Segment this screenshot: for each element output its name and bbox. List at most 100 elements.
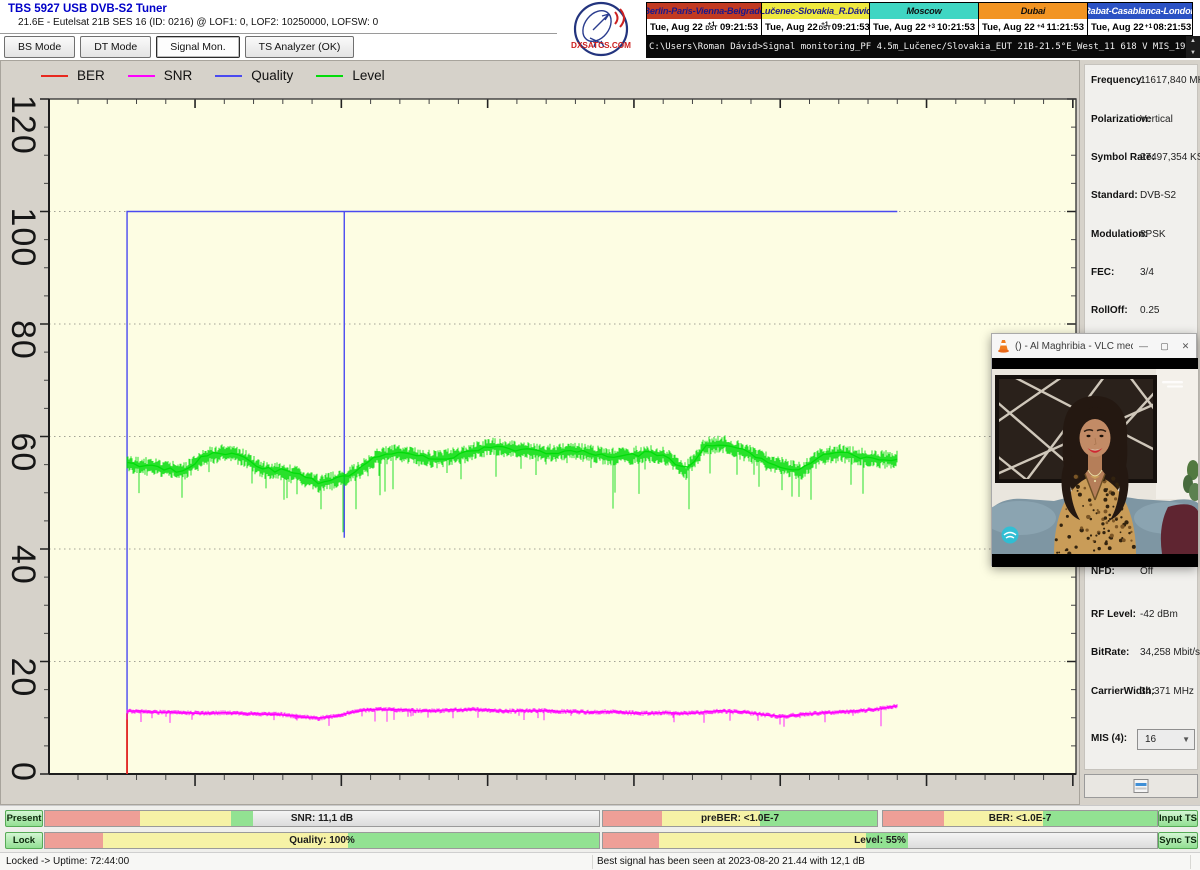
info-row-rolloff: RollOff: 0.25 xyxy=(1085,305,1197,321)
info-value: 11617,840 MHz xyxy=(1140,75,1200,86)
tbs-tuner-app: TBS 5927 USB DVB-S2 Tuner 21.6E - Eutels… xyxy=(0,0,1200,870)
list-icon xyxy=(1133,779,1149,793)
info-value: DVB-S2 xyxy=(1140,190,1176,201)
info-value: 34,258 Mbit/s xyxy=(1140,647,1200,658)
vlc-video-frame[interactable] xyxy=(992,358,1198,567)
info-label: FEC: xyxy=(1091,267,1114,278)
signal-monitor-panel: BERSNRQualityLevel 020406080100120 Frequ… xyxy=(0,60,1080,805)
signal-chart: 0 20 40 60 80 100 120 xyxy=(1,61,1081,806)
y-axis-label: 60 xyxy=(4,433,42,473)
y-axis-label: 40 xyxy=(4,545,42,585)
info-row-mis4: MIS (4):16▼ xyxy=(1085,733,1197,749)
ber-bar: BER: <1.0E-7 xyxy=(882,810,1158,827)
console-line[interactable]: C:\Users\Roman Dávid>Signal monitoring_P… xyxy=(646,36,1200,58)
console-scrollbar[interactable]: ▲ ▼ xyxy=(1186,36,1200,58)
scroll-up-icon[interactable]: ▲ xyxy=(1190,38,1196,44)
clock-time: Tue, Aug 22+1DST09:21:53 xyxy=(647,19,761,35)
snr-bar-label: SNR: 11,1 dB xyxy=(45,811,599,826)
vlc-cone-icon xyxy=(997,339,1010,353)
info-row-rflevel: RF Level:-42 dBm xyxy=(1085,609,1197,625)
clock-city-label: Rabat-Casablanca-London xyxy=(1088,3,1192,19)
clock-city-label: Dubai xyxy=(979,3,1087,19)
tab-bs-mode[interactable]: BS Mode xyxy=(4,36,75,58)
dxsatcs-logo: DXSATCS.COM xyxy=(557,0,646,59)
lock-uptime-status: Locked -> Uptime: 72:44:00 xyxy=(6,856,129,867)
tv-scene xyxy=(992,369,1198,556)
tab-dt-mode[interactable]: DT Mode xyxy=(80,36,151,58)
ts-list-button[interactable] xyxy=(1084,774,1198,798)
logo-text: DXSATCS.COM xyxy=(571,41,631,50)
status-separator xyxy=(592,855,593,869)
clock-city-label: Moscow xyxy=(870,3,978,19)
signal-status-bars: PresentSNR: 11,1 dB preBER: <1.0E-7 BER: <… xyxy=(0,805,1200,852)
preber-bar: preBER: <1.0E-7 xyxy=(602,810,878,827)
clock-time: Tue, Aug 22+310:21:53 xyxy=(870,19,978,35)
clock-time: Tue, Aug 22+108:21:53 xyxy=(1088,19,1192,35)
satellite-subtitle: 21.6E - Eutelsat 21B SES 16 (ID: 0216) @… xyxy=(18,17,378,28)
info-row-modulation: Modulation:8PSK xyxy=(1085,229,1197,245)
quality-bar: Quality: 100% xyxy=(44,832,600,849)
tab-signal-mon-[interactable]: Signal Mon. xyxy=(156,36,239,58)
y-axis-label: 120 xyxy=(4,95,42,155)
y-axis-label: 0 xyxy=(4,762,42,782)
input-ts-button[interactable]: Input TS xyxy=(1158,810,1198,827)
header-divider xyxy=(0,33,558,34)
clock-time: Tue, Aug 22+411:21:53 xyxy=(979,19,1087,35)
info-row-symbolrate: Symbol Rate:27497,354 KS/s xyxy=(1085,152,1197,168)
info-label: Frequency: xyxy=(1091,75,1145,86)
ber-bar-label: BER: <1.0E-7 xyxy=(883,811,1157,826)
sync-ts-button[interactable]: Sync TS xyxy=(1158,832,1198,849)
chevron-down-icon: ▼ xyxy=(1182,735,1190,744)
preber-bar-label: preBER: <1.0E-7 xyxy=(603,811,877,826)
tv-presenter xyxy=(1054,396,1136,556)
clock-city-label: Berlin-Paris-Vienna-Belgrade xyxy=(647,3,761,19)
vlc-minimize-button[interactable]: — xyxy=(1133,334,1154,358)
vlc-maximize-button[interactable]: ▢ xyxy=(1154,334,1175,358)
best-signal-status: Best signal has been seen at 2023-08-20 … xyxy=(597,856,865,867)
info-row-bitrate: BitRate: 34,258 Mbit/s xyxy=(1085,647,1197,663)
status-separator xyxy=(1190,855,1191,869)
vlc-window[interactable]: () - Al Maghribia - VLC media... — ▢ ✕ xyxy=(991,333,1197,566)
level-bar-label: Level: 55% xyxy=(603,833,1157,848)
y-axis-label: 20 xyxy=(4,658,42,698)
y-axis-label: 80 xyxy=(4,320,42,360)
info-label: RollOff: xyxy=(1091,305,1128,316)
info-value: 3/4 xyxy=(1140,267,1154,278)
plot-area xyxy=(49,99,1076,774)
clock-cell: MoscowTue, Aug 22+310:21:53 xyxy=(870,3,979,35)
header: TBS 5927 USB DVB-S2 Tuner 21.6E - Eutels… xyxy=(0,0,1200,60)
quality-bar-label: Quality: 100% xyxy=(45,833,599,848)
info-row-frequency: Frequency:11617,840 MHz xyxy=(1085,75,1197,91)
satellite-dish-logo-icon: DXSATCS.COM xyxy=(557,0,646,59)
lock-button[interactable]: Lock xyxy=(5,832,43,849)
mis-dropdown[interactable]: 16▼ xyxy=(1137,729,1195,750)
info-label: MIS (4): xyxy=(1091,733,1127,744)
info-value: 8PSK xyxy=(1140,229,1166,240)
clock-time: Tue, Aug 22+1DST09:21:53 xyxy=(762,19,869,35)
info-label: RF Level: xyxy=(1091,609,1136,620)
info-value: 34,371 MHz xyxy=(1140,686,1194,697)
level-bar: Level: 55% xyxy=(602,832,1158,849)
info-value: 0.25 xyxy=(1140,305,1159,316)
snr-bar: SNR: 11,1 dB xyxy=(44,810,600,827)
info-label: Standard: xyxy=(1091,190,1138,201)
mode-tabs: BS ModeDT ModeSignal Mon. TS Analyzer (OK… xyxy=(4,36,354,58)
info-row-polarization: Polarization:Vertical xyxy=(1085,114,1197,130)
console-text: C:\Users\Roman Dávid>Signal monitoring_P… xyxy=(649,42,1200,52)
clock-cell: DubaiTue, Aug 22+411:21:53 xyxy=(979,3,1088,35)
info-row-carrierwidth: CarrierWidth:34,371 MHz xyxy=(1085,686,1197,702)
statusbar: Locked -> Uptime: 72:44:00 Best signal h… xyxy=(0,852,1200,870)
y-axis-label: 100 xyxy=(4,208,42,268)
tab-ts-analyzer-ok-[interactable]: TS Analyzer (OK) xyxy=(245,36,355,58)
clock-cell: Berlin-Paris-Vienna-BelgradeTue, Aug 22+… xyxy=(647,3,762,35)
info-label: BitRate: xyxy=(1091,647,1129,658)
info-value: 27497,354 KS/s xyxy=(1140,152,1200,163)
vlc-titlebar[interactable]: () - Al Maghribia - VLC media... — ▢ ✕ xyxy=(992,334,1196,358)
present-button[interactable]: Present xyxy=(5,810,43,827)
scroll-down-icon[interactable]: ▼ xyxy=(1190,50,1196,56)
vlc-title: () - Al Maghribia - VLC media... xyxy=(1015,341,1133,352)
vlc-close-button[interactable]: ✕ xyxy=(1175,334,1196,358)
world-clocks: Berlin-Paris-Vienna-BelgradeTue, Aug 22+… xyxy=(646,2,1193,36)
app-title: TBS 5927 USB DVB-S2 Tuner xyxy=(8,3,167,15)
clock-cell: Rabat-Casablanca-LondonTue, Aug 22+108:2… xyxy=(1088,3,1192,35)
